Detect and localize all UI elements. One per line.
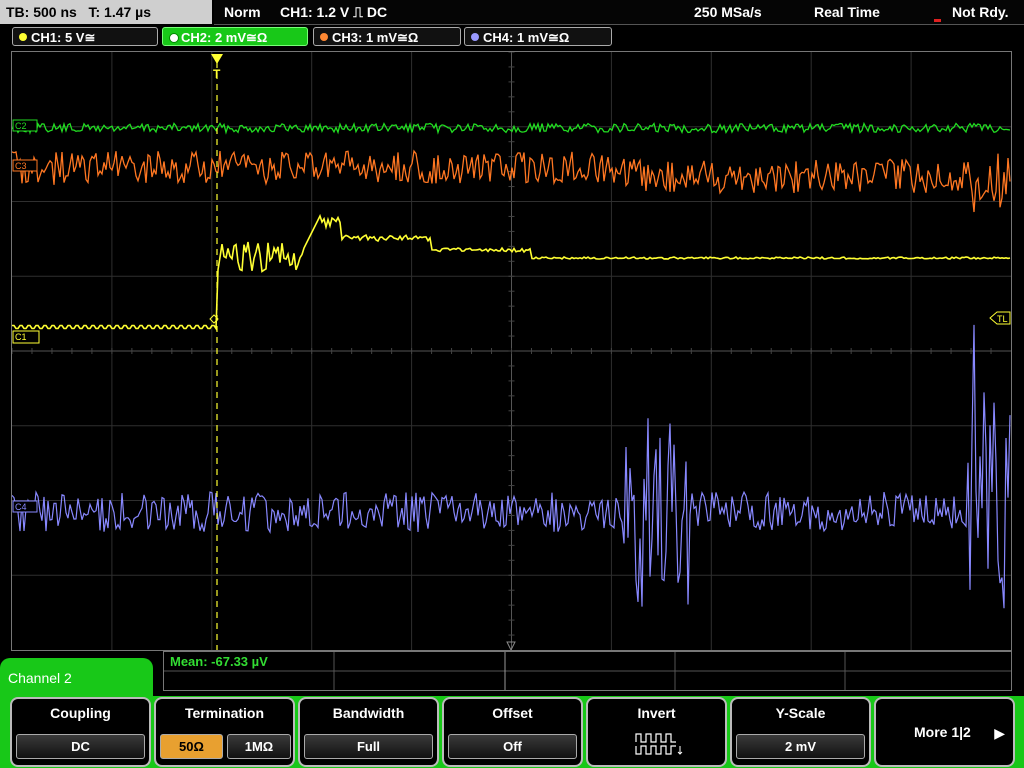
yscale-value[interactable]: 2 mV bbox=[736, 734, 865, 759]
trigger-level-label: TL bbox=[997, 314, 1008, 324]
tab-ch2[interactable]: CH2: 2 mV≅Ω bbox=[162, 27, 308, 46]
ch3-color-dot bbox=[320, 33, 328, 41]
termination-label: Termination bbox=[184, 705, 265, 721]
ch4-label: CH4: 1 mV≅Ω bbox=[483, 30, 570, 45]
yscale-softkey[interactable]: Y-Scale 2 mV bbox=[730, 697, 871, 767]
tab-ch3[interactable]: CH3: 1 mV≅Ω bbox=[313, 27, 461, 46]
invert-waveform-icon bbox=[635, 733, 683, 755]
graticule-grid bbox=[12, 52, 1011, 650]
ch3-marker-label: C3 bbox=[15, 161, 27, 171]
offset-label: Offset bbox=[492, 705, 533, 721]
termination-50ohm[interactable]: 50Ω bbox=[160, 734, 223, 759]
ch2-label: CH2: 2 mV≅Ω bbox=[181, 30, 268, 45]
ch4-color-dot bbox=[471, 33, 479, 41]
waveform-display[interactable]: T C2 C3 C1 C4 TL bbox=[11, 51, 1012, 651]
ch2-color-dot bbox=[169, 33, 179, 43]
trigger-info[interactable]: CH1: 1.2 V ⎍ DC bbox=[280, 0, 387, 24]
tab-ch1[interactable]: CH1: 5 V≅ bbox=[12, 27, 158, 46]
trigger-mode[interactable]: Norm bbox=[224, 0, 261, 24]
bandwidth-label: Bandwidth bbox=[332, 705, 405, 721]
not-ready-indicator bbox=[934, 19, 941, 22]
status-bar: Norm CH1: 1.2 V ⎍ DC 250 MSa/s Real Time… bbox=[214, 0, 1024, 25]
more-softkey[interactable]: More 1|2 ▶ bbox=[874, 697, 1015, 767]
offset-value[interactable]: Off bbox=[448, 734, 577, 759]
bandwidth-value[interactable]: Full bbox=[304, 734, 433, 759]
menu-title: Channel 2 bbox=[0, 658, 153, 698]
acquisition-state: Not Rdy. bbox=[952, 4, 1009, 20]
measurement-grid bbox=[164, 652, 1011, 690]
coupling-value[interactable]: DC bbox=[16, 734, 145, 759]
waveform-canvas: T C2 C3 C1 C4 TL bbox=[12, 52, 1011, 650]
bandwidth-softkey[interactable]: Bandwidth Full bbox=[298, 697, 439, 767]
coupling-label: Coupling bbox=[50, 705, 111, 721]
sample-rate: 250 MSa/s bbox=[694, 4, 762, 20]
trigger-time: T: 1.47 µs bbox=[88, 4, 152, 20]
ch1-marker-label: C1 bbox=[15, 332, 27, 342]
chevron-right-icon: ▶ bbox=[994, 725, 1005, 741]
acquisition-mode: Real Time bbox=[814, 4, 880, 20]
yscale-label: Y-Scale bbox=[775, 705, 826, 721]
ch3-label: CH3: 1 mV≅Ω bbox=[332, 30, 419, 45]
ch1-label: CH1: 5 V≅ bbox=[31, 30, 96, 45]
termination-1mohm[interactable]: 1MΩ bbox=[227, 734, 291, 759]
ch1-color-dot bbox=[19, 33, 27, 41]
offset-softkey[interactable]: Offset Off bbox=[442, 697, 583, 767]
coupling-softkey[interactable]: Coupling DC bbox=[10, 697, 151, 767]
invert-label: Invert bbox=[637, 705, 676, 721]
timebase: TB: 500 ns bbox=[6, 4, 77, 20]
ch4-marker-label: C4 bbox=[15, 502, 27, 512]
ch2-marker-label: C2 bbox=[15, 121, 27, 131]
trigger-position-marker bbox=[211, 54, 223, 64]
trigger-position-label: T bbox=[213, 67, 221, 81]
measurement-panel: Mean: -67.33 µV bbox=[163, 651, 1012, 691]
timebase-display[interactable]: TB: 500 ns T: 1.47 µs bbox=[0, 0, 212, 24]
invert-softkey[interactable]: Invert bbox=[586, 697, 727, 767]
tab-ch4[interactable]: CH4: 1 mV≅Ω bbox=[464, 27, 612, 46]
termination-softkey[interactable]: Termination 50Ω 1MΩ bbox=[154, 697, 295, 767]
